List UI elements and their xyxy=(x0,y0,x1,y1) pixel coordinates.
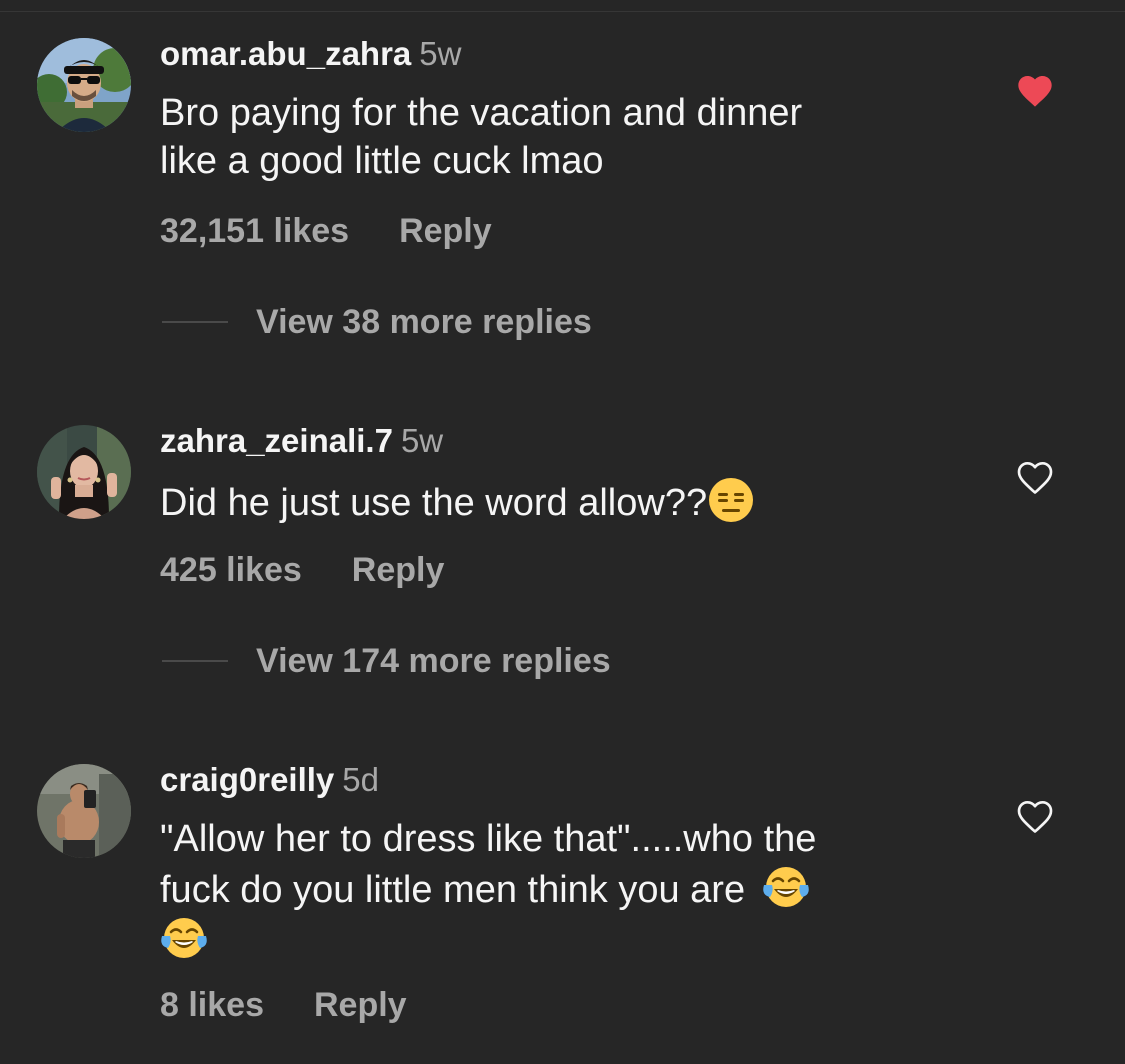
avatar[interactable] xyxy=(37,38,131,132)
face-with-tears-of-joy-emoji xyxy=(762,863,810,911)
comment-text-line: like a good little cuck lmao xyxy=(160,140,604,182)
comment-header: zahra_zeinali.7 5w xyxy=(160,421,443,461)
reply-button[interactable]: Reply xyxy=(314,986,407,1024)
username[interactable]: omar.abu_zahra xyxy=(160,35,411,72)
comment-actions: 8 likes Reply xyxy=(160,985,407,1025)
replies-divider-line xyxy=(162,660,228,662)
replies-divider-line xyxy=(162,321,228,323)
likes-count[interactable]: 425 likes xyxy=(160,551,302,589)
comment-actions: 32,151 likes Reply xyxy=(160,211,492,251)
timestamp: 5w xyxy=(419,35,462,72)
comment-text: Did he just use the word allow?? xyxy=(160,476,960,527)
comment-text-line: Did he just use the word allow?? xyxy=(160,482,708,524)
comment-text-line: "Allow her to dress like that".....who t… xyxy=(160,818,817,860)
timestamp: 5d xyxy=(342,761,379,798)
avatar[interactable] xyxy=(37,764,131,858)
comment-header: omar.abu_zahra 5w xyxy=(160,34,461,74)
heart-outline-icon[interactable] xyxy=(1015,797,1055,837)
reply-button[interactable]: Reply xyxy=(352,551,445,589)
avatar[interactable] xyxy=(37,425,131,519)
comment-text: Bro paying for the vacation and dinner l… xyxy=(160,89,960,185)
face-with-tears-of-joy-emoji xyxy=(160,914,208,962)
likes-count[interactable]: 32,151 likes xyxy=(160,212,349,250)
username[interactable]: craig0reilly xyxy=(160,761,334,798)
view-replies-button[interactable]: View 174 more replies xyxy=(162,641,611,681)
expressionless-face-emoji xyxy=(707,476,755,524)
likes-count[interactable]: 8 likes xyxy=(160,986,264,1024)
comment-actions: 425 likes Reply xyxy=(160,550,444,590)
comment-header: craig0reilly 5d xyxy=(160,760,379,800)
heart-outline-icon[interactable] xyxy=(1015,458,1055,498)
comment-text: "Allow her to dress like that".....who t… xyxy=(160,815,960,965)
top-divider xyxy=(0,0,1125,12)
username[interactable]: zahra_zeinali.7 xyxy=(160,422,393,459)
comment-text-line: Bro paying for the vacation and dinner xyxy=(160,92,803,134)
comment-text-line: fuck do you little men think you are xyxy=(160,869,746,911)
view-replies-label: View 38 more replies xyxy=(256,303,592,341)
timestamp: 5w xyxy=(400,422,444,459)
view-replies-button[interactable]: View 38 more replies xyxy=(162,302,592,342)
view-replies-label: View 174 more replies xyxy=(256,642,611,680)
heart-filled-icon[interactable] xyxy=(1015,71,1055,111)
reply-button[interactable]: Reply xyxy=(399,212,492,250)
